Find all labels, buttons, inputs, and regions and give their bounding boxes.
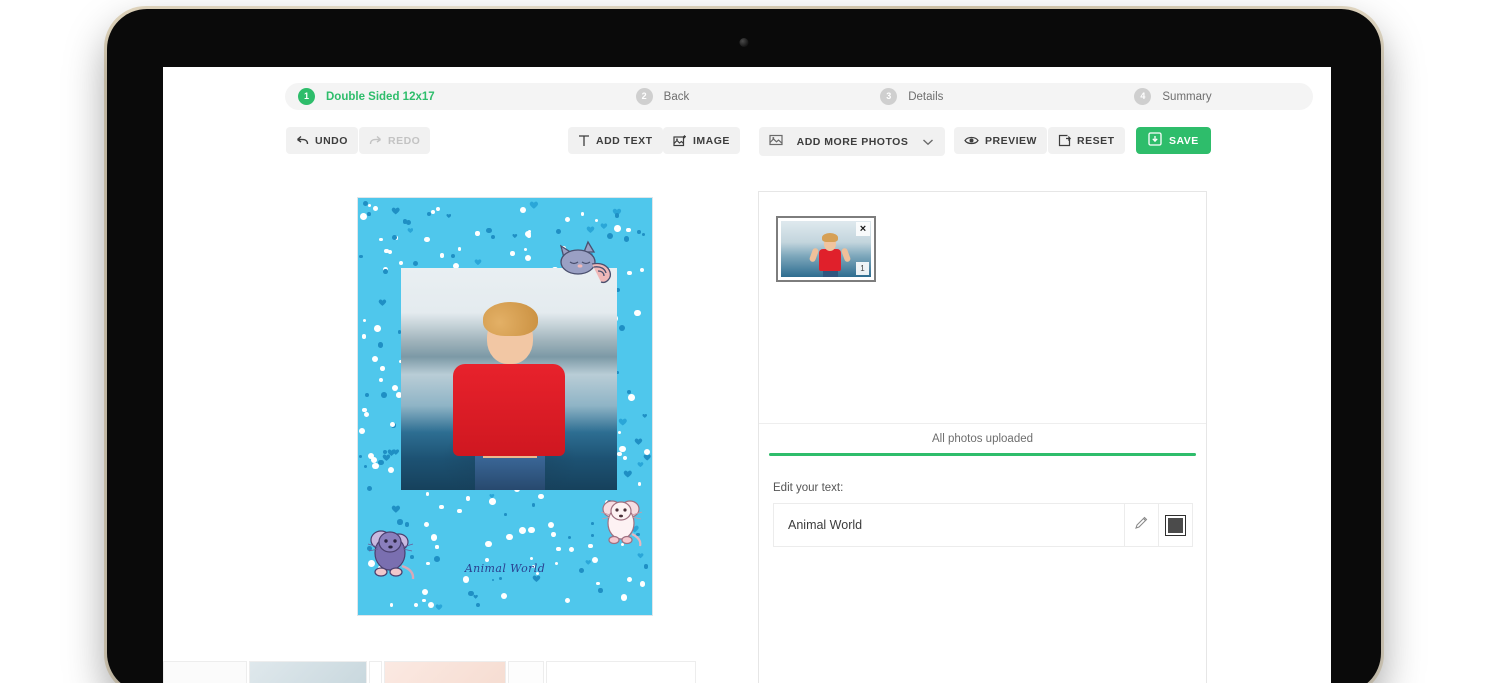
photo-thumbnail[interactable]: × 1: [776, 216, 876, 282]
save-disk-icon: [1148, 132, 1162, 149]
upload-progress-fill: [769, 453, 1196, 456]
step-number-4: 4: [1134, 88, 1152, 105]
preview-button[interactable]: PREVIEW: [954, 127, 1047, 154]
photo-detail: [475, 453, 545, 490]
edit-text-label: Edit your text:: [773, 482, 844, 494]
color-swatch: [1165, 514, 1186, 536]
step-label-3: Details: [908, 90, 944, 103]
step-label-4: Summary: [1162, 90, 1212, 103]
edit-text-pencil-button[interactable]: [1124, 504, 1158, 546]
step-label-1: Double Sided 12x17: [326, 90, 435, 103]
add-image-label: IMAGE: [693, 134, 730, 147]
tablet-screen: 1 Double Sided 12x17 2 Back 3 Details 4 …: [163, 67, 1331, 683]
page-thumb[interactable]: [369, 661, 382, 683]
step-number-1: 1: [298, 88, 315, 105]
photo-image: [401, 268, 617, 490]
editor-toolbar: UNDO REDO ADD TEXT IMAGE ADD MORE PHOTOS…: [163, 127, 1331, 161]
photo-usage-count-badge: 1: [856, 262, 869, 275]
page-thumb[interactable]: [508, 661, 544, 683]
undo-label: UNDO: [315, 134, 348, 147]
add-text-button[interactable]: ADD TEXT: [568, 127, 663, 154]
step-details[interactable]: 3 Details: [880, 83, 943, 110]
thumb-detail: [840, 247, 852, 263]
design-canvas[interactable]: Animal World: [358, 198, 652, 615]
thumb-detail: [823, 270, 838, 277]
cat-sticker-icon[interactable]: [554, 238, 616, 295]
redo-label: REDO: [388, 134, 421, 147]
thumb-detail: [822, 233, 838, 242]
add-more-photos-dropdown[interactable]: ADD MORE PHOTOS: [759, 127, 945, 156]
reset-button[interactable]: RESET: [1048, 127, 1125, 154]
thumb-detail: [819, 249, 841, 271]
placed-photo[interactable]: [401, 268, 617, 490]
redo-arrow-icon: [369, 135, 382, 146]
page-thumb[interactable]: [384, 661, 506, 683]
page-thumb[interactable]: [163, 661, 247, 683]
remove-photo-close-icon[interactable]: ×: [856, 222, 870, 236]
add-text-label: ADD TEXT: [596, 134, 653, 147]
text-editor-card: [773, 503, 1193, 547]
progress-stepper: 1 Double Sided 12x17 2 Back 3 Details 4 …: [285, 83, 1313, 110]
step-label-2: Back: [663, 90, 690, 103]
pencil-icon: [1134, 515, 1149, 535]
eye-icon: [964, 135, 979, 146]
text-t-icon: [578, 134, 590, 147]
photo-thumbnail-image: × 1: [781, 221, 871, 277]
reset-icon: [1058, 134, 1071, 147]
save-button[interactable]: SAVE: [1136, 127, 1211, 154]
page-design[interactable]: Animal World: [358, 198, 652, 615]
tablet-bezel: 1 Double Sided 12x17 2 Back 3 Details 4 …: [107, 9, 1381, 683]
step-double-sided[interactable]: 1 Double Sided 12x17: [298, 83, 435, 110]
add-image-button[interactable]: IMAGE: [663, 127, 740, 154]
reset-label: RESET: [1077, 134, 1115, 147]
undo-arrow-icon: [296, 135, 309, 146]
mouse-purple-sticker-icon[interactable]: [366, 520, 418, 585]
chevron-down-icon: [922, 133, 934, 151]
redo-button[interactable]: REDO: [359, 127, 431, 154]
save-label: SAVE: [1169, 134, 1199, 147]
photos-and-text-panel: × 1 All photos uploaded Edit your text:: [758, 191, 1207, 683]
uploaded-photos-area: × 1: [759, 192, 1206, 423]
photo-icon: [769, 133, 783, 151]
upload-progress-bar: [769, 453, 1196, 456]
preview-label: PREVIEW: [985, 134, 1037, 147]
photo-detail: [483, 302, 538, 336]
tablet-device-frame: 1 Double Sided 12x17 2 Back 3 Details 4 …: [104, 6, 1384, 683]
text-color-button[interactable]: [1158, 504, 1192, 546]
mouse-pink-sticker-icon[interactable]: [600, 492, 646, 553]
step-number-2: 2: [635, 88, 653, 105]
undo-button[interactable]: UNDO: [286, 127, 358, 154]
page-thumb[interactable]: [546, 661, 696, 683]
image-plus-icon: [673, 134, 687, 147]
step-number-3: 3: [880, 88, 898, 105]
photo-detail: [453, 364, 565, 456]
design-title-text[interactable]: Animal World: [358, 562, 652, 575]
upload-status: All photos uploaded: [759, 423, 1206, 456]
screenshot-stage: 1 Double Sided 12x17 2 Back 3 Details 4 …: [0, 0, 1488, 683]
thumb-detail: [808, 247, 820, 263]
page-thumbnail-strip[interactable]: [163, 661, 748, 683]
page-thumb[interactable]: [249, 661, 367, 683]
add-more-photos-label: ADD MORE PHOTOS: [796, 135, 909, 148]
text-input[interactable]: [774, 504, 1124, 546]
front-camera-icon: [739, 38, 749, 47]
upload-status-label: All photos uploaded: [931, 433, 1034, 445]
step-summary[interactable]: 4 Summary: [1134, 83, 1212, 110]
step-back[interactable]: 2 Back: [635, 83, 690, 110]
